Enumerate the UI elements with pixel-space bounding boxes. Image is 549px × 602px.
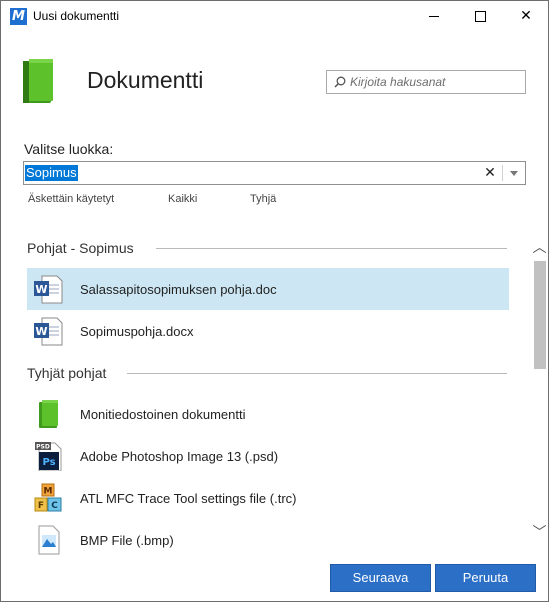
item-label: Adobe Photoshop Image 13 (.psd) <box>80 449 279 464</box>
green-book-icon <box>21 57 55 110</box>
list-item[interactable]: BMP File (.bmp) <box>27 519 509 561</box>
category-combobox[interactable]: Sopimus ✕ <box>23 161 526 185</box>
search-icon <box>334 76 346 88</box>
minimize-button[interactable] <box>411 1 457 31</box>
category-value[interactable]: Sopimus <box>25 165 78 181</box>
filter-empty[interactable]: Tyhjä <box>250 193 276 205</box>
section-divider <box>156 248 507 249</box>
scroll-down-icon[interactable]: ﹀ <box>531 525 548 542</box>
scroll-up-icon[interactable]: ︿ <box>531 240 548 257</box>
section-title-empty-templates: Tyhjät pohjat <box>27 365 107 381</box>
item-label: ATL MFC Trace Tool settings file (.trc) <box>80 491 297 506</box>
close-button[interactable]: ✕ <box>503 1 549 31</box>
filter-all[interactable]: Kaikki <box>168 193 197 205</box>
category-label: Valitse luokka: <box>24 141 114 157</box>
scroll-thumb[interactable] <box>534 261 546 369</box>
word-doc-icon: W <box>33 316 63 346</box>
svg-text:M: M <box>44 487 53 497</box>
cancel-button[interactable]: Peruuta <box>435 564 536 592</box>
mfc-blocks-icon: M F C <box>33 483 63 513</box>
app-logo-icon: M <box>10 8 27 25</box>
svg-text:W: W <box>35 283 47 296</box>
search-input[interactable] <box>350 73 520 90</box>
maximize-icon <box>474 10 486 22</box>
maximize-button[interactable] <box>457 1 503 31</box>
section-title-templates: Pohjat - Sopimus <box>27 240 134 256</box>
list-item[interactable]: PSD Ps Adobe Photoshop Image 13 (.psd) <box>27 435 509 477</box>
psd-badge-text: PSD <box>36 444 50 451</box>
list-scrollbar[interactable]: ︿ ﹀ <box>531 239 548 549</box>
green-book-icon <box>33 399 63 429</box>
list-item[interactable]: Monitiedostoinen dokumentti <box>27 393 509 435</box>
list-item[interactable]: W Sopimuspohja.docx <box>27 310 509 352</box>
new-document-dialog: M Uusi dokumentti ✕ Dokumentti Valitse l… <box>0 0 549 602</box>
close-icon: ✕ <box>520 8 532 24</box>
ps-glyph-text: Ps <box>42 457 55 468</box>
word-doc-icon: W <box>33 274 63 304</box>
list-item[interactable]: W Salassapitosopimuksen pohja.doc <box>27 268 509 310</box>
item-label: Monitiedostoinen dokumentti <box>80 407 246 422</box>
chevron-down-icon[interactable] <box>510 171 518 176</box>
window-title: Uusi dokumentti <box>33 9 120 23</box>
combo-divider <box>502 165 503 181</box>
list-item[interactable]: M F C ATL MFC Trace Tool settings file (… <box>27 477 509 519</box>
svg-text:C: C <box>51 501 58 511</box>
page-title: Dokumentti <box>87 67 204 93</box>
item-label: BMP File (.bmp) <box>80 533 174 548</box>
next-button[interactable]: Seuraava <box>330 564 431 592</box>
photoshop-file-icon: PSD Ps <box>33 441 63 472</box>
image-file-icon <box>33 525 63 555</box>
section-divider <box>127 373 507 374</box>
filter-recent[interactable]: Äskettäin käytetyt <box>28 193 114 205</box>
item-label: Salassapitosopimuksen pohja.doc <box>80 282 277 297</box>
title-bar[interactable]: M Uusi dokumentti ✕ <box>1 1 548 31</box>
svg-text:W: W <box>35 325 47 338</box>
clear-icon[interactable]: ✕ <box>480 162 500 184</box>
minimize-icon <box>429 15 439 17</box>
item-label: Sopimuspohja.docx <box>80 324 194 339</box>
svg-text:F: F <box>38 501 44 511</box>
search-box[interactable] <box>326 70 526 94</box>
